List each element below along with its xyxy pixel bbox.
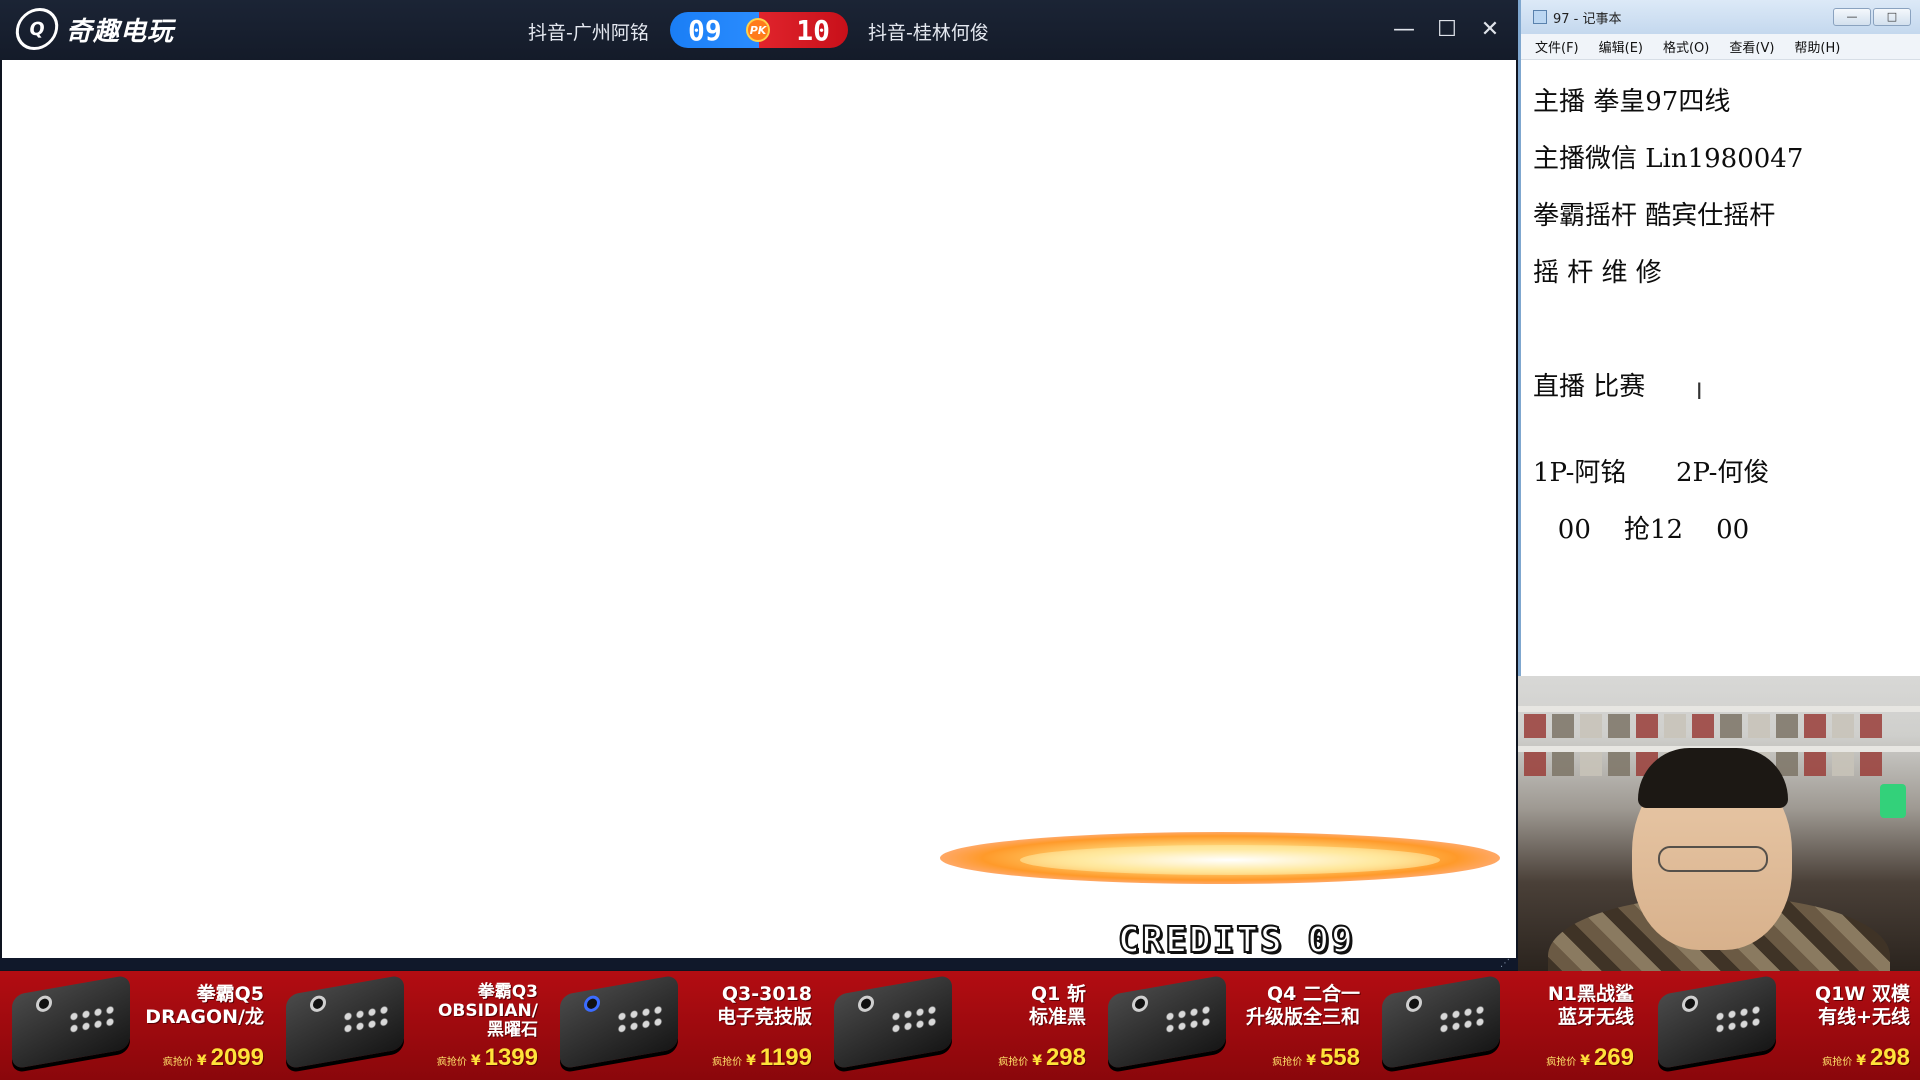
ad-price: 298 <box>1869 1044 1910 1071</box>
ad-price: 2099 <box>210 1044 264 1071</box>
text-line: 1P-阿铭 2P-何俊 <box>1533 458 1770 488</box>
menu-view[interactable]: 查看(V) <box>1729 37 1774 56</box>
logo-icon: Q <box>13 8 61 50</box>
notepad-minimize-button[interactable]: — <box>1833 8 1871 26</box>
player1-name: 抖音-广州阿铭 <box>528 22 649 44</box>
maximize-button[interactable]: ☐ <box>1433 16 1461 44</box>
menu-format[interactable]: 格式(O) <box>1663 37 1709 56</box>
arcade-stick-icon <box>1108 974 1226 1070</box>
arcade-stick-icon <box>286 974 404 1070</box>
ad-product[interactable]: 拳霸Q5 DRAGON/龙 疯抢价 ¥2099 <box>0 971 274 1080</box>
ad-title: 拳霸Q3 OBSIDIAN/ 黑曜石 <box>437 982 538 1040</box>
ad-product[interactable]: Q1W 双模 有线+无线 疯抢价 ¥298 <box>1646 971 1920 1080</box>
ad-price-tag: 疯抢价 <box>998 1057 1029 1068</box>
text-line: 拳霸摇杆 酷宾仕摇杆 <box>1533 201 1776 231</box>
notepad-maximize-button[interactable]: □ <box>1873 8 1911 26</box>
text-line: 直播 比赛 <box>1533 372 1646 402</box>
ad-price: 1199 <box>759 1044 812 1071</box>
ad-product[interactable]: Q1 斩 标准黑 疯抢价 ¥298 <box>822 971 1096 1080</box>
text-line: 主播微信 Lin1980047 <box>1533 144 1804 174</box>
menu-help[interactable]: 帮助(H) <box>1794 37 1840 56</box>
ad-title: Q3-3018 电子竞技版 <box>716 983 812 1028</box>
webcam-feed <box>1518 676 1920 971</box>
shelf <box>1518 706 1920 712</box>
notepad-text-area[interactable]: 主播 拳皇97四线 主播微信 Lin1980047 拳霸摇杆 酷宾仕摇杆 摇 杆… <box>1521 60 1920 565</box>
menu-edit[interactable]: 编辑(E) <box>1599 37 1643 56</box>
ad-price: 269 <box>1593 1044 1634 1071</box>
ad-title: Q4 二合一 升级版全三和 <box>1245 983 1360 1028</box>
notepad-window: 97 - 记事本 — □ 文件(F) 编辑(E) 格式(O) 查看(V) 帮助(… <box>1518 0 1920 676</box>
ad-currency: ¥ <box>470 1053 481 1069</box>
ad-product[interactable]: 拳霸Q3 OBSIDIAN/ 黑曜石 疯抢价 ¥1399 <box>274 971 548 1080</box>
text-cursor-icon: I <box>1696 380 1703 405</box>
ad-currency: ¥ <box>1306 1053 1316 1069</box>
notepad-icon <box>1533 10 1547 24</box>
minimize-button[interactable]: — <box>1390 16 1418 44</box>
ad-title: 拳霸Q5 DRAGON/龙 <box>145 983 264 1028</box>
text-line: 主播 拳皇97四线 <box>1533 87 1731 117</box>
ad-price-tag: 疯抢价 <box>712 1057 743 1068</box>
notepad-menubar: 文件(F) 编辑(E) 格式(O) 查看(V) 帮助(H) <box>1521 34 1920 60</box>
fire-effect-core <box>1020 845 1440 875</box>
ad-currency: ¥ <box>746 1053 756 1069</box>
ad-price-tag: 疯抢价 <box>1822 1057 1853 1068</box>
ad-product[interactable]: N1黑战鲨 蓝牙无线 疯抢价 ¥269 <box>1370 971 1644 1080</box>
ad-price: 558 <box>1319 1044 1360 1071</box>
text-line: 摇 杆 维 修 <box>1533 258 1662 288</box>
ad-product[interactable]: Q3-3018 电子竞技版 疯抢价 ¥1199 <box>548 971 822 1080</box>
phone-icon <box>1880 784 1906 818</box>
pk-badge-icon: PK <box>746 18 770 42</box>
text-line <box>1533 308 1920 365</box>
app-logo: Q 奇趣电玩 <box>13 8 175 50</box>
shelf-items <box>1524 714 1914 742</box>
arcade-stick-icon <box>560 974 678 1070</box>
ad-currency: ¥ <box>1856 1053 1866 1069</box>
ad-currency: ¥ <box>196 1053 207 1069</box>
notepad-title: 97 - 记事本 <box>1553 11 1622 27</box>
ad-title: Q1W 双模 有线+无线 <box>1815 983 1910 1028</box>
arcade-stick-icon <box>1658 974 1776 1070</box>
player2-score: 10 <box>759 12 848 48</box>
ad-title: Q1 斩 标准黑 <box>1028 983 1086 1028</box>
product-ad-banner: 拳霸Q5 DRAGON/龙 疯抢价 ¥2099 拳霸Q3 OBSIDIAN/ 黑曜… <box>0 971 1920 1080</box>
ad-price-tag: 疯抢价 <box>1272 1057 1303 1068</box>
text-line: 00 抢12 00 <box>1533 515 1750 545</box>
ad-price-tag: 疯抢价 <box>436 1057 467 1068</box>
ad-title: N1黑战鲨 蓝牙无线 <box>1547 983 1634 1028</box>
game-window-titlebar: Q 奇趣电玩 抖音-广州阿铭 09 10 PK 抖音-桂林何俊 — ☐ ✕ <box>0 0 1518 60</box>
arcade-stick-icon <box>834 974 952 1070</box>
credits-counter: CREDITS 09 <box>1117 919 1355 962</box>
ad-price-tag: 疯抢价 <box>1546 1057 1577 1068</box>
streamer-hair <box>1638 748 1788 808</box>
ad-price: 1399 <box>484 1044 538 1071</box>
screen: { "game_window": { "logo_mark": "Q", "lo… <box>0 0 1920 1080</box>
arcade-stick-icon <box>1382 974 1500 1070</box>
game-screen[interactable] <box>2 60 1516 958</box>
resize-grip-icon[interactable]: ⋰ <box>1500 958 1514 970</box>
menu-file[interactable]: 文件(F) <box>1535 37 1579 56</box>
game-window-bottom-edge <box>0 958 1518 970</box>
ad-product[interactable]: Q4 二合一 升级版全三和 疯抢价 ¥558 <box>1096 971 1370 1080</box>
ad-currency: ¥ <box>1580 1053 1590 1069</box>
logo-text: 奇趣电玩 <box>66 16 175 47</box>
ad-currency: ¥ <box>1032 1053 1042 1069</box>
close-button[interactable]: ✕ <box>1476 16 1504 44</box>
arcade-stick-icon <box>12 974 130 1070</box>
ad-price-tag: 疯抢价 <box>162 1057 193 1068</box>
ad-price: 298 <box>1045 1044 1086 1071</box>
notepad-titlebar: 97 - 记事本 — □ <box>1521 0 1920 34</box>
player2-name: 抖音-桂林何俊 <box>868 22 989 44</box>
streamer-glasses <box>1658 846 1768 872</box>
